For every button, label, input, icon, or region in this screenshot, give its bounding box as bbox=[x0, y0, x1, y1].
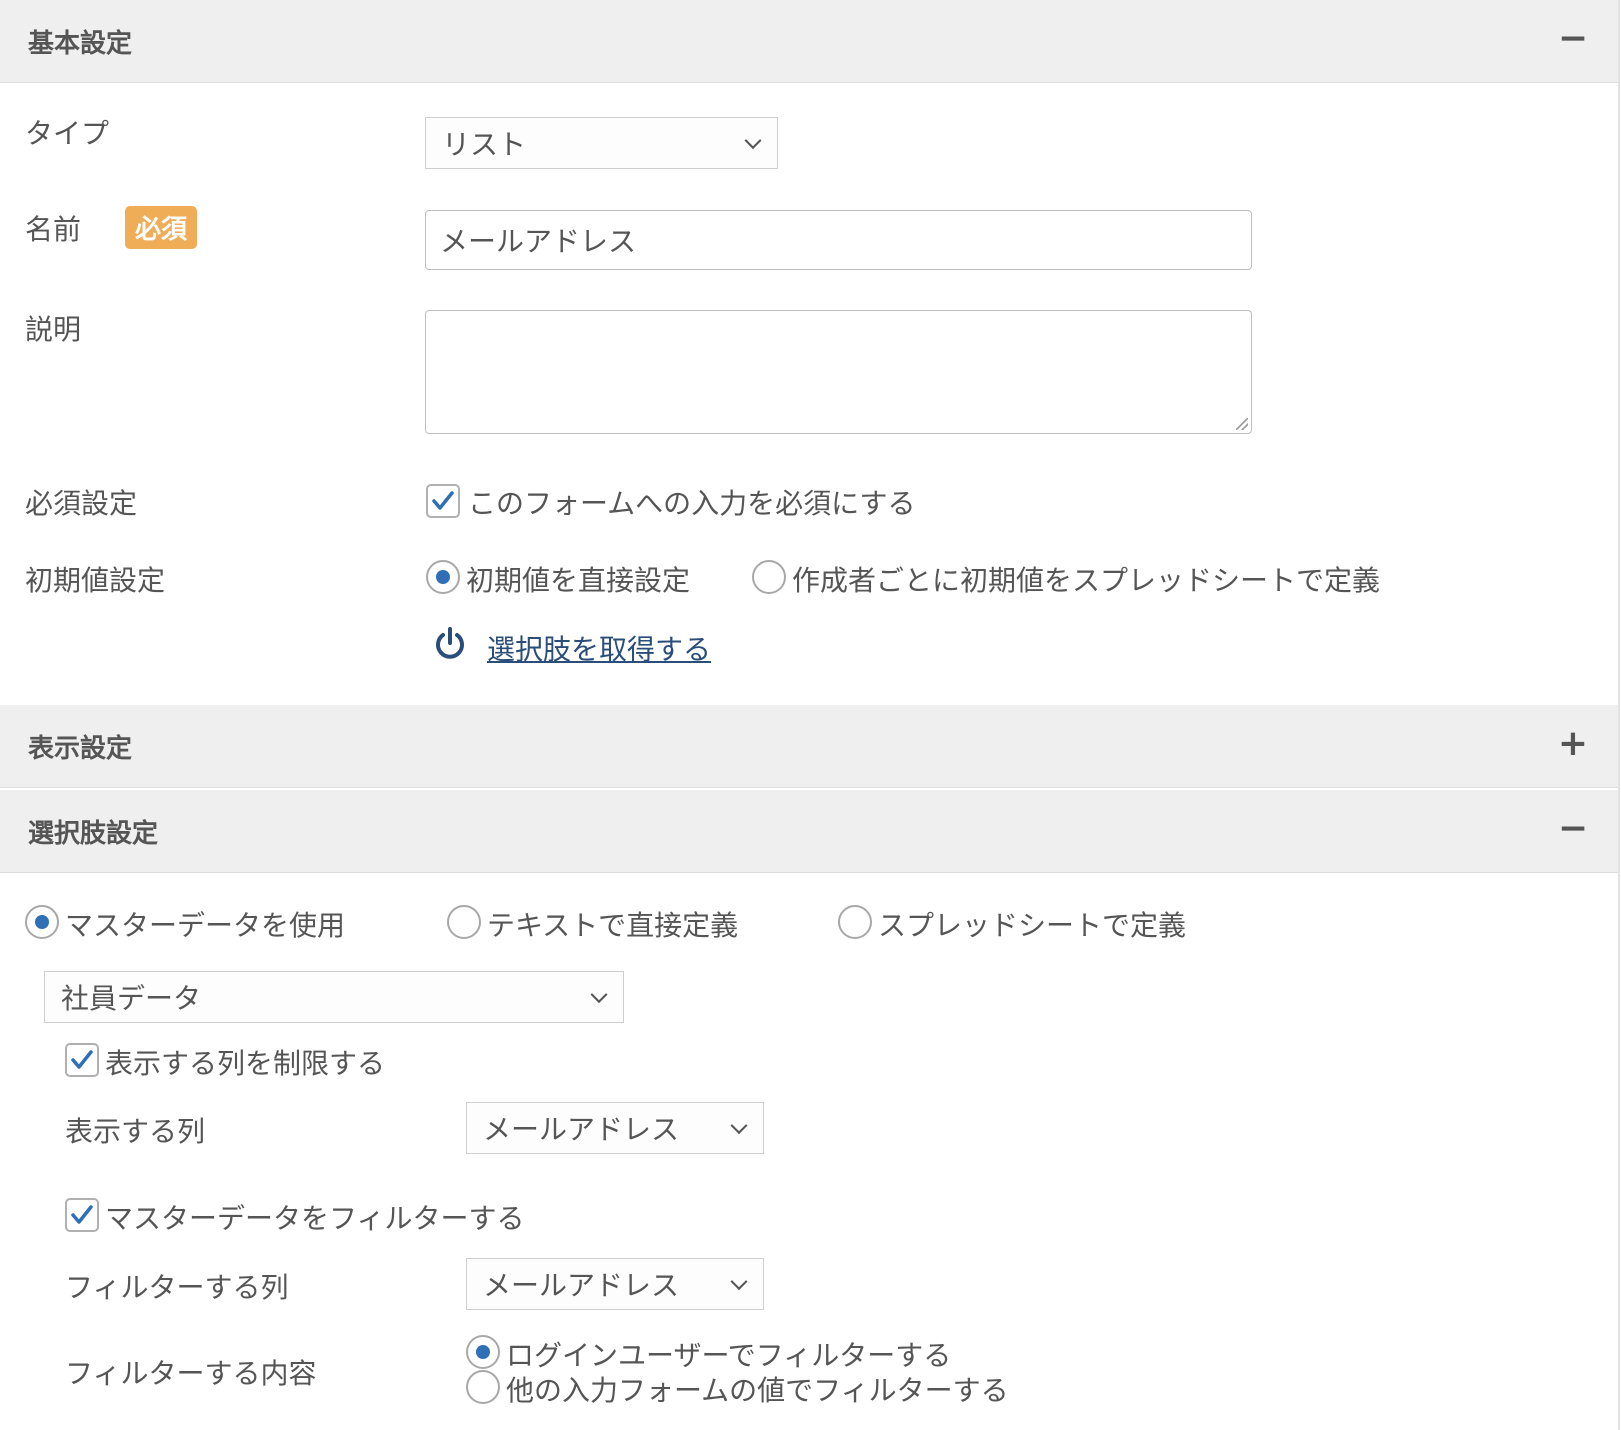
panel-right-border bbox=[1618, 0, 1620, 1430]
initial-direct-label[interactable]: 初期値を直接設定 bbox=[466, 559, 690, 599]
initial-spreadsheet-radio[interactable] bbox=[752, 560, 786, 594]
source-text-radio[interactable] bbox=[447, 905, 481, 939]
initial-direct-radio[interactable] bbox=[426, 560, 460, 594]
chevron-down-icon bbox=[730, 1117, 748, 1135]
filter-login-user-label[interactable]: ログインユーザーでフィルターする bbox=[506, 1334, 951, 1374]
type-label: タイプ bbox=[25, 117, 110, 150]
power-icon[interactable] bbox=[432, 626, 468, 662]
expand-icon[interactable]: + bbox=[1558, 726, 1588, 762]
chevron-down-icon bbox=[744, 132, 762, 150]
checkmark-icon bbox=[71, 1205, 93, 1224]
basic-settings-title: 基本設定 bbox=[28, 29, 133, 59]
initial-spreadsheet-label[interactable]: 作成者ごとに初期値をスプレッドシートで定義 bbox=[792, 559, 1380, 599]
initial-value-label: 初期値設定 bbox=[25, 564, 166, 597]
fetch-choices-link[interactable]: 選択肢を取得する bbox=[487, 628, 711, 668]
required-checkbox[interactable] bbox=[426, 484, 460, 518]
master-data-select[interactable]: 社員データ bbox=[44, 971, 624, 1023]
limit-columns-checkbox[interactable] bbox=[65, 1043, 99, 1077]
collapse-icon[interactable]: − bbox=[1558, 811, 1588, 847]
master-data-select-value: 社員データ bbox=[61, 982, 202, 1015]
source-master-label[interactable]: マスターデータを使用 bbox=[65, 904, 345, 944]
type-select[interactable]: リスト bbox=[425, 117, 778, 169]
filter-master-label[interactable]: マスターデータをフィルターする bbox=[105, 1197, 524, 1237]
type-select-value: リスト bbox=[442, 128, 527, 161]
form-settings-panel: 基本設定 − タイプ リスト 名前 必須 メールアドレス 説明 必須設定 このフ… bbox=[0, 0, 1621, 1430]
filter-login-user-radio[interactable] bbox=[466, 1335, 500, 1369]
filter-column-label: フィルターする列 bbox=[65, 1271, 289, 1304]
filter-other-input-label[interactable]: 他の入力フォームの値でフィルターする bbox=[506, 1369, 1009, 1409]
display-settings-header[interactable]: 表示設定 + bbox=[0, 705, 1618, 788]
checkmark-icon bbox=[432, 491, 454, 510]
source-spreadsheet-radio[interactable] bbox=[838, 905, 872, 939]
checkmark-icon bbox=[71, 1050, 93, 1069]
limit-columns-label[interactable]: 表示する列を制限する bbox=[105, 1042, 385, 1082]
source-master-radio[interactable] bbox=[25, 905, 59, 939]
chevron-down-icon bbox=[730, 1273, 748, 1291]
collapse-icon[interactable]: − bbox=[1558, 21, 1588, 57]
filter-column-select-value: メールアドレス bbox=[483, 1269, 680, 1302]
source-spreadsheet-label[interactable]: スプレッドシートで定義 bbox=[878, 904, 1186, 944]
filter-column-select[interactable]: メールアドレス bbox=[466, 1258, 764, 1310]
chevron-down-icon bbox=[590, 986, 608, 1004]
display-column-select[interactable]: メールアドレス bbox=[466, 1102, 764, 1154]
description-label: 説明 bbox=[25, 313, 82, 346]
choice-settings-title: 選択肢設定 bbox=[28, 819, 159, 849]
description-textarea[interactable] bbox=[425, 310, 1252, 434]
filter-master-checkbox[interactable] bbox=[65, 1198, 99, 1232]
choice-settings-header[interactable]: 選択肢設定 − bbox=[0, 790, 1618, 873]
basic-settings-header[interactable]: 基本設定 − bbox=[0, 0, 1618, 83]
required-checkbox-label[interactable]: このフォームへの入力を必須にする bbox=[468, 482, 915, 522]
filter-other-input-radio[interactable] bbox=[466, 1370, 500, 1404]
required-badge: 必須 bbox=[125, 206, 198, 249]
resize-grip-icon[interactable] bbox=[1236, 418, 1248, 430]
name-input-value: メールアドレス bbox=[440, 225, 637, 258]
source-text-label[interactable]: テキストで直接定義 bbox=[487, 904, 738, 944]
required-setting-label: 必須設定 bbox=[25, 487, 138, 520]
display-column-label: 表示する列 bbox=[65, 1115, 206, 1148]
display-settings-title: 表示設定 bbox=[28, 734, 133, 764]
filter-content-label: フィルターする内容 bbox=[65, 1357, 317, 1390]
name-label: 名前 bbox=[25, 213, 82, 246]
display-column-select-value: メールアドレス bbox=[483, 1113, 680, 1146]
name-input[interactable]: メールアドレス bbox=[425, 210, 1252, 270]
